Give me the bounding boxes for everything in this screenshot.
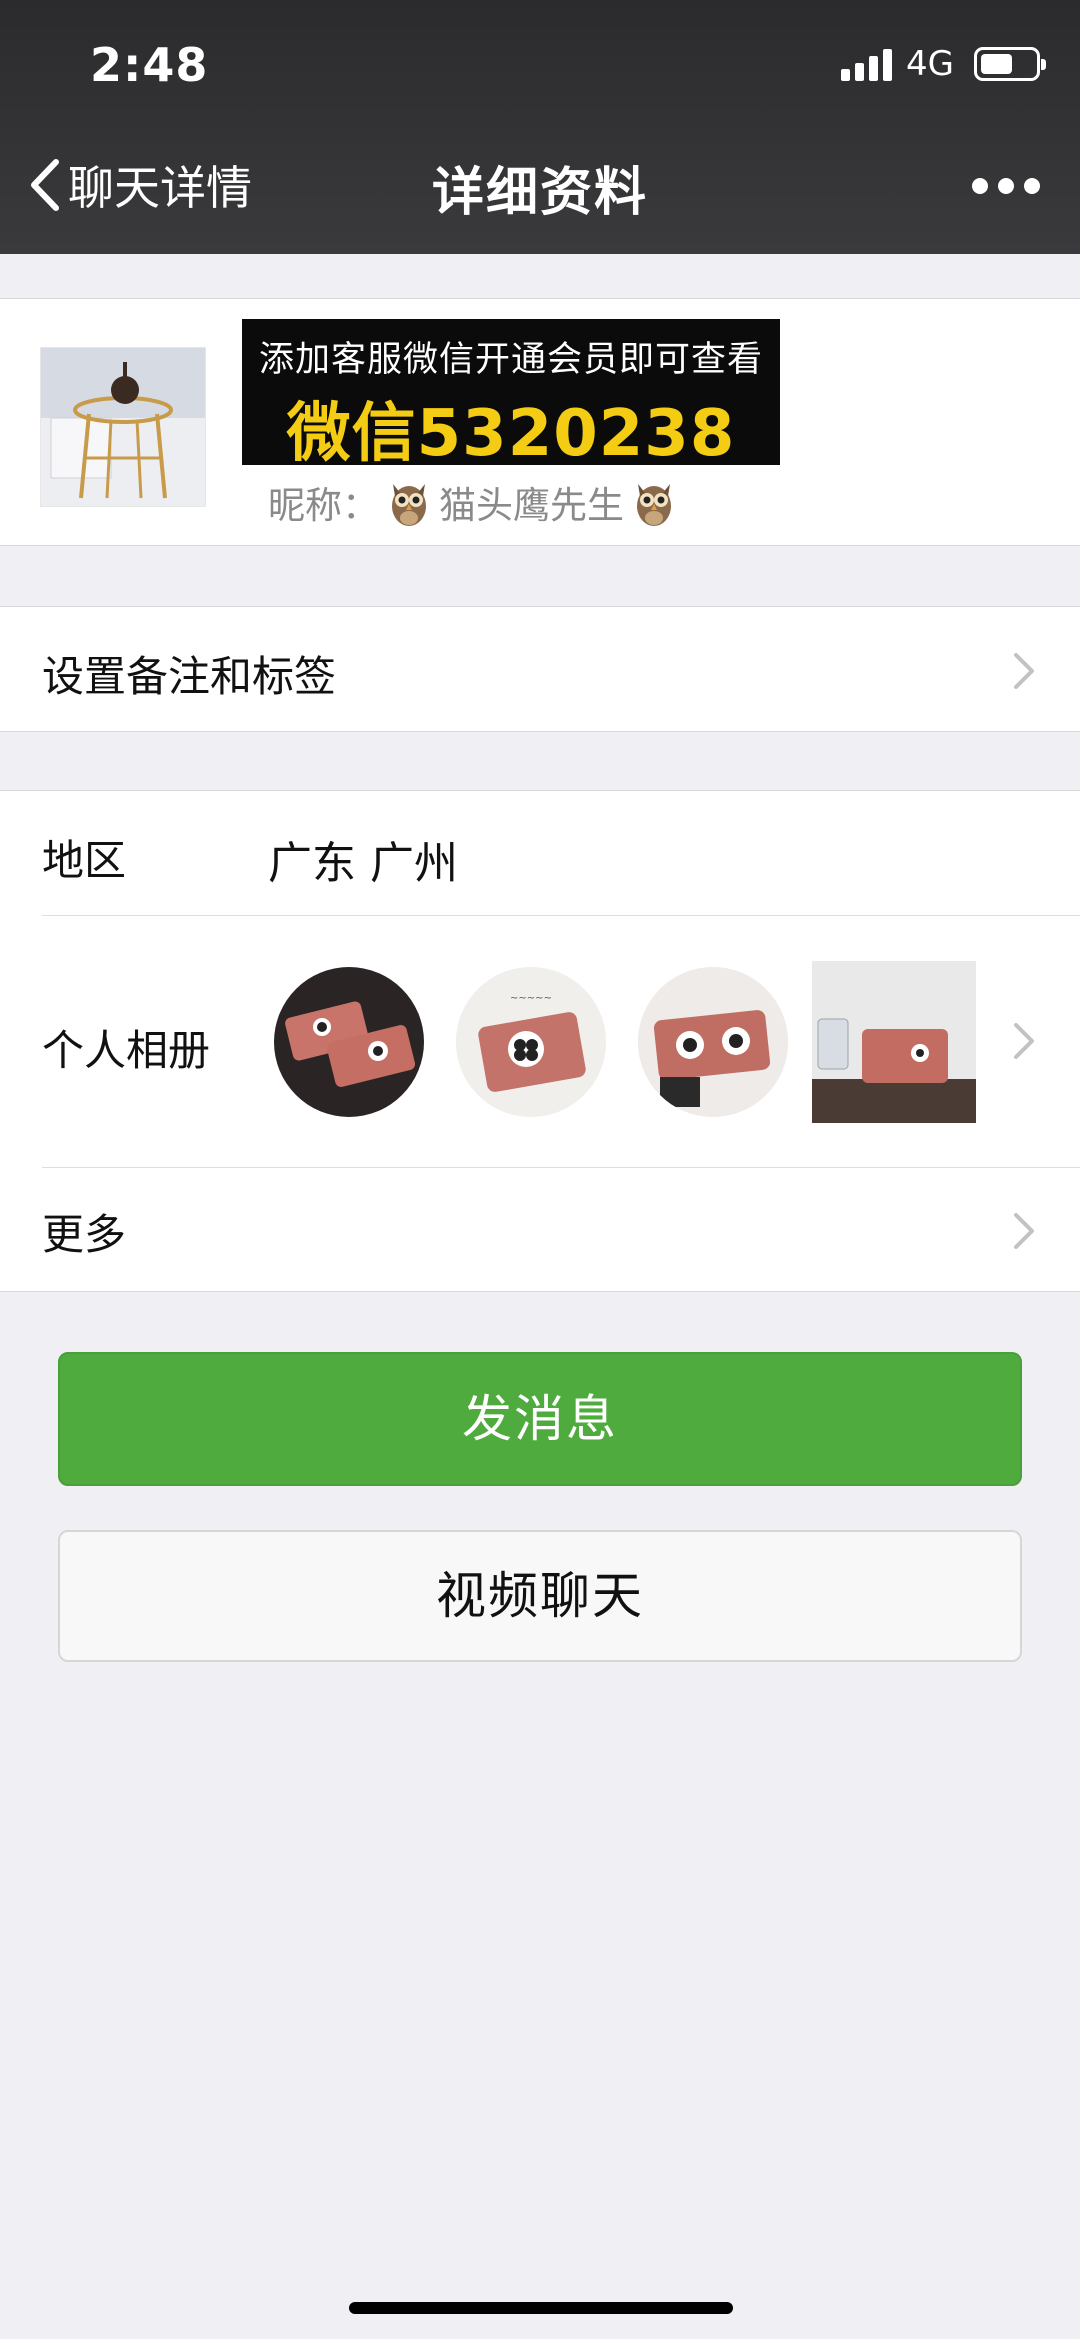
dot-icon xyxy=(1024,178,1040,194)
nickname-row: 昵称： 猫头鹰先生 xyxy=(268,475,684,529)
more-options-button[interactable] xyxy=(972,178,1040,194)
album-photo[interactable]: ~~~~~ xyxy=(456,967,606,1117)
dot-icon xyxy=(998,178,1014,194)
remark-label: 设置备注和标签 xyxy=(42,652,337,701)
album-photo[interactable] xyxy=(638,967,788,1117)
remark-tags-row[interactable]: 设置备注和标签 xyxy=(0,606,1080,732)
more-label: 更多 xyxy=(42,1210,127,1259)
album-photo[interactable] xyxy=(274,967,424,1117)
chevron-right-icon xyxy=(1014,1213,1034,1249)
album-label: 个人相册 xyxy=(42,1026,211,1075)
send-message-button[interactable]: 发消息 xyxy=(58,1352,1022,1486)
chevron-right-icon xyxy=(1014,1023,1034,1059)
home-indicator[interactable] xyxy=(349,2302,733,2314)
nickname-label: 昵称： xyxy=(268,484,379,527)
banner-text: 添加客服微信开通会员即可查看 xyxy=(258,340,763,380)
banner-wechat-id: 微信5320238 xyxy=(286,397,736,471)
chevron-right-icon xyxy=(1014,653,1034,689)
avatar[interactable] xyxy=(40,347,206,507)
divider xyxy=(42,1167,1080,1168)
owl-icon xyxy=(637,484,671,526)
promo-banner: 添加客服微信开通会员即可查看 微信5320238 xyxy=(242,319,780,471)
network-type: 4G xyxy=(906,44,954,84)
battery-icon xyxy=(974,47,1046,81)
region-label: 地区 xyxy=(42,836,127,885)
video-call-button[interactable]: 视频聊天 xyxy=(58,1530,1022,1662)
divider xyxy=(42,915,1080,916)
owl-icon xyxy=(392,484,426,526)
info-card: 地区 广东 广州 个人相册 ~~~~~ 更多 xyxy=(0,790,1080,1292)
region-value: 广东 广州 xyxy=(268,838,458,889)
signal-icon xyxy=(841,47,893,81)
status-time: 2:48 xyxy=(90,38,209,92)
top-bar: 2:48 4G 聊天详情 详细资料 xyxy=(0,0,1080,254)
page-title: 详细资料 xyxy=(431,163,648,223)
status-indicators: 4G xyxy=(841,44,1046,84)
profile-card: 添加客服微信开通会员即可查看 微信5320238 昵称： 猫头鹰先生 xyxy=(0,298,1080,546)
nickname: 猫头鹰先生 xyxy=(439,484,624,527)
svg-text:~~~~~: ~~~~~ xyxy=(510,993,552,1004)
album-photo[interactable] xyxy=(812,961,976,1123)
avatar-image xyxy=(41,348,205,506)
dot-icon xyxy=(972,178,988,194)
